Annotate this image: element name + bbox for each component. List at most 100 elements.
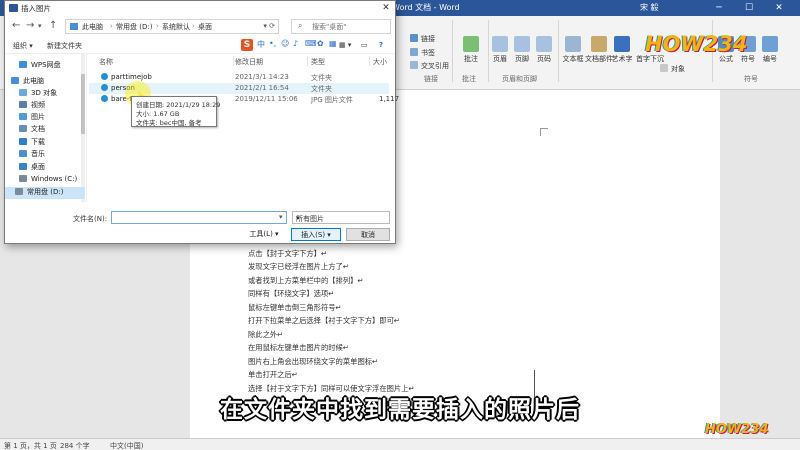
document-line[interactable]: 或者找到上方菜单栏中的【排列】↵ <box>248 274 548 288</box>
address-segment-folder[interactable]: 系统默认 <box>162 22 190 32</box>
sidebar-item[interactable]: 文档 <box>5 124 85 136</box>
back-arrow-icon[interactable]: ← <box>12 20 20 31</box>
chevron-right-icon: › <box>156 22 159 30</box>
folder-icon <box>19 101 27 108</box>
dialog-titlebar[interactable]: 插入图片 ✕ <box>5 1 395 15</box>
up-arrow-icon[interactable]: ↑ <box>49 20 57 31</box>
sidebar-item[interactable]: 图片 <box>5 112 85 124</box>
document-line[interactable]: 在用鼠标左键单击图片的时候↵ <box>248 341 548 355</box>
comment-button[interactable]: 批注 <box>456 36 486 64</box>
ime-mode-icon[interactable]: 中 <box>257 39 265 50</box>
insert-button[interactable]: 插入(S) ▾ <box>291 228 341 241</box>
ime-punct-icon[interactable]: •, <box>269 39 276 48</box>
chevron-down-icon[interactable]: ▾ <box>38 22 42 30</box>
filetype-select[interactable]: 所有图片 ▾ <box>292 211 390 224</box>
object-button[interactable]: 对象 <box>660 64 685 74</box>
cancel-button[interactable]: 取消 <box>346 228 390 241</box>
insert-picture-dialog: 插入图片 ✕ ← → ▾ ↑ 此电脑 › 常用盘 (D:) › 系统默认 › 桌… <box>4 0 400 244</box>
address-segment-desktop[interactable]: 桌面 <box>198 22 212 32</box>
sidebar-item[interactable]: 3D 对象 <box>5 88 85 100</box>
sidebar-item-label: 桌面 <box>31 163 45 171</box>
docparts-button[interactable]: 文档部件 <box>585 36 613 64</box>
sidebar-item[interactable]: 音乐 <box>5 149 85 161</box>
number-button[interactable]: 编号 <box>759 36 781 64</box>
bookmark-button[interactable]: 书签 <box>410 48 435 58</box>
organize-button[interactable]: 组织 ▾ <box>13 41 33 51</box>
ime-skin-icon[interactable]: ✿ <box>317 39 324 48</box>
folder-icon <box>101 73 108 80</box>
forward-arrow-icon[interactable]: → <box>26 20 34 31</box>
filename-input[interactable] <box>111 211 287 224</box>
view-options-icon[interactable]: ▦ ▾ <box>339 41 351 49</box>
sidebar-item-label: 下载 <box>31 138 45 146</box>
word-app-icon <box>9 4 18 12</box>
ime-emoji-icon[interactable]: ☺ <box>281 39 289 48</box>
wordart-button[interactable]: 艺术字 <box>610 36 634 64</box>
group-comments-label: 批注 <box>462 75 476 83</box>
document-line[interactable]: 点击【封于文字下方】↵ <box>248 247 548 261</box>
maximize-icon[interactable]: ☐ <box>740 1 758 15</box>
document-line[interactable]: 打开下拉菜单之后选择【衬于文字下方】即可↵ <box>248 314 548 328</box>
status-words[interactable]: 284 个字 <box>60 441 90 450</box>
column-separator[interactable] <box>233 56 234 66</box>
sidebar-item[interactable]: 此电脑 <box>5 76 85 88</box>
help-icon[interactable]: ? <box>379 41 383 49</box>
folder-icon <box>19 150 27 157</box>
address-dropdown-icon[interactable]: ▾ ⟳ <box>263 22 275 30</box>
crossref-button[interactable]: 交叉引用 <box>410 61 449 71</box>
sogou-ime-icon[interactable]: S <box>241 39 253 51</box>
sidebar-item[interactable]: 视频 <box>5 100 85 112</box>
address-segment-drive[interactable]: 常用盘 (D:) <box>116 22 152 32</box>
ime-menu-icon[interactable]: ▦ <box>329 39 337 48</box>
dialog-close-icon[interactable]: ✕ <box>377 1 395 15</box>
sidebar-item[interactable]: WPS网盘 <box>5 60 85 72</box>
column-separator[interactable] <box>307 56 308 66</box>
status-page[interactable]: 第 1 页，共 1 页 <box>4 441 57 450</box>
group-header-footer-label: 页眉和页脚 <box>502 75 537 83</box>
document-line[interactable]: 除此之外↵ <box>248 328 548 342</box>
sidebar-item[interactable]: 桌面 <box>5 162 85 174</box>
column-header-date[interactable]: 修改日期 <box>235 57 263 67</box>
file-date: 2021/3/1 14:23 <box>235 73 289 81</box>
filename-dropdown-icon[interactable]: ▾ <box>279 213 283 221</box>
file-date: 2019/12/11 15:06 <box>235 95 298 103</box>
search-box[interactable]: ⌕ <box>291 19 391 34</box>
number-icon <box>762 36 778 52</box>
sidebar-item[interactable]: Windows (C:) <box>5 175 85 187</box>
link-button[interactable]: 链接 <box>410 34 435 44</box>
textbox-button[interactable]: 文本框 <box>560 36 586 64</box>
sidebar-item[interactable]: 常用盘 (D:) <box>5 187 85 199</box>
tools-button[interactable]: 工具(L) ▾ <box>245 228 283 241</box>
document-line[interactable]: 发现文字已经浮在图片上方了↵ <box>248 260 548 274</box>
chevron-right-icon: › <box>192 22 195 30</box>
footer-button[interactable]: 页脚 <box>511 36 533 64</box>
column-header-type[interactable]: 类型 <box>311 57 325 67</box>
document-line[interactable]: 单击打开之后↵ <box>248 368 548 382</box>
minimize-icon[interactable]: ─ <box>710 1 728 15</box>
file-size: 1,117 <box>379 95 400 103</box>
address-segment-pc[interactable]: 此电脑 <box>82 22 103 32</box>
preview-pane-icon[interactable]: ▭ <box>361 41 368 49</box>
ribbon-divider <box>558 20 559 82</box>
status-lang[interactable]: 中文(中国) <box>110 441 143 450</box>
column-header-size[interactable]: 大小 <box>373 57 387 67</box>
column-header-name[interactable]: 名称 <box>99 57 113 67</box>
ime-keyboard-icon[interactable]: ⌨ <box>305 39 317 48</box>
column-separator[interactable] <box>369 56 370 66</box>
address-bar[interactable]: 此电脑 › 常用盘 (D:) › 系统默认 › 桌面 ▾ ⟳ <box>65 19 279 34</box>
textbox-icon <box>565 36 581 52</box>
sidebar-item[interactable]: 下载 <box>5 137 85 149</box>
document-line[interactable]: 鼠标左键单击倒三角形符号↵ <box>248 301 548 315</box>
page-corner-mark <box>540 128 548 136</box>
pagenum-button[interactable]: 页码 <box>533 36 555 64</box>
new-folder-button[interactable]: 新建文件夹 <box>47 41 82 51</box>
header-button[interactable]: 页眉 <box>489 36 511 64</box>
folder-icon <box>19 113 27 120</box>
folder-icon <box>19 125 27 132</box>
ime-voice-icon[interactable]: ♪ <box>293 39 298 48</box>
search-input[interactable] <box>312 21 388 33</box>
document-line[interactable]: 同样有【环绕文字】选项↵ <box>248 287 548 301</box>
close-icon[interactable]: ✕ <box>770 1 788 15</box>
word-user[interactable]: 宋 毅 <box>640 2 659 13</box>
document-line[interactable]: 图片右上角会出现环绕文字的菜单图标↵ <box>248 355 548 369</box>
